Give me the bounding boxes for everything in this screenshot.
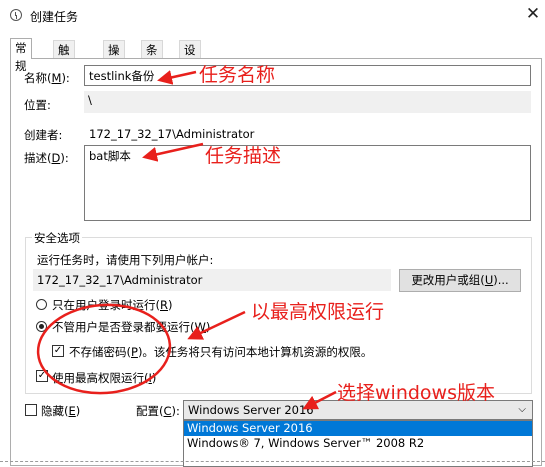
- annotation-highest: 以最高权限运行: [251, 301, 385, 323]
- arrow-task-name: [157, 70, 197, 85]
- annotation-task-name: 任务名称: [199, 64, 276, 86]
- arrow-highest: [187, 310, 246, 340]
- annotation-version: 选择windows版本: [337, 382, 495, 404]
- arrow-task-desc: [142, 142, 204, 162]
- annotation-task-desc: 任务描述: [205, 145, 282, 167]
- tab-general[interactable]: 常规: [10, 38, 32, 73]
- arrow-version: [302, 390, 337, 410]
- highlight-ellipse: [36, 303, 172, 395]
